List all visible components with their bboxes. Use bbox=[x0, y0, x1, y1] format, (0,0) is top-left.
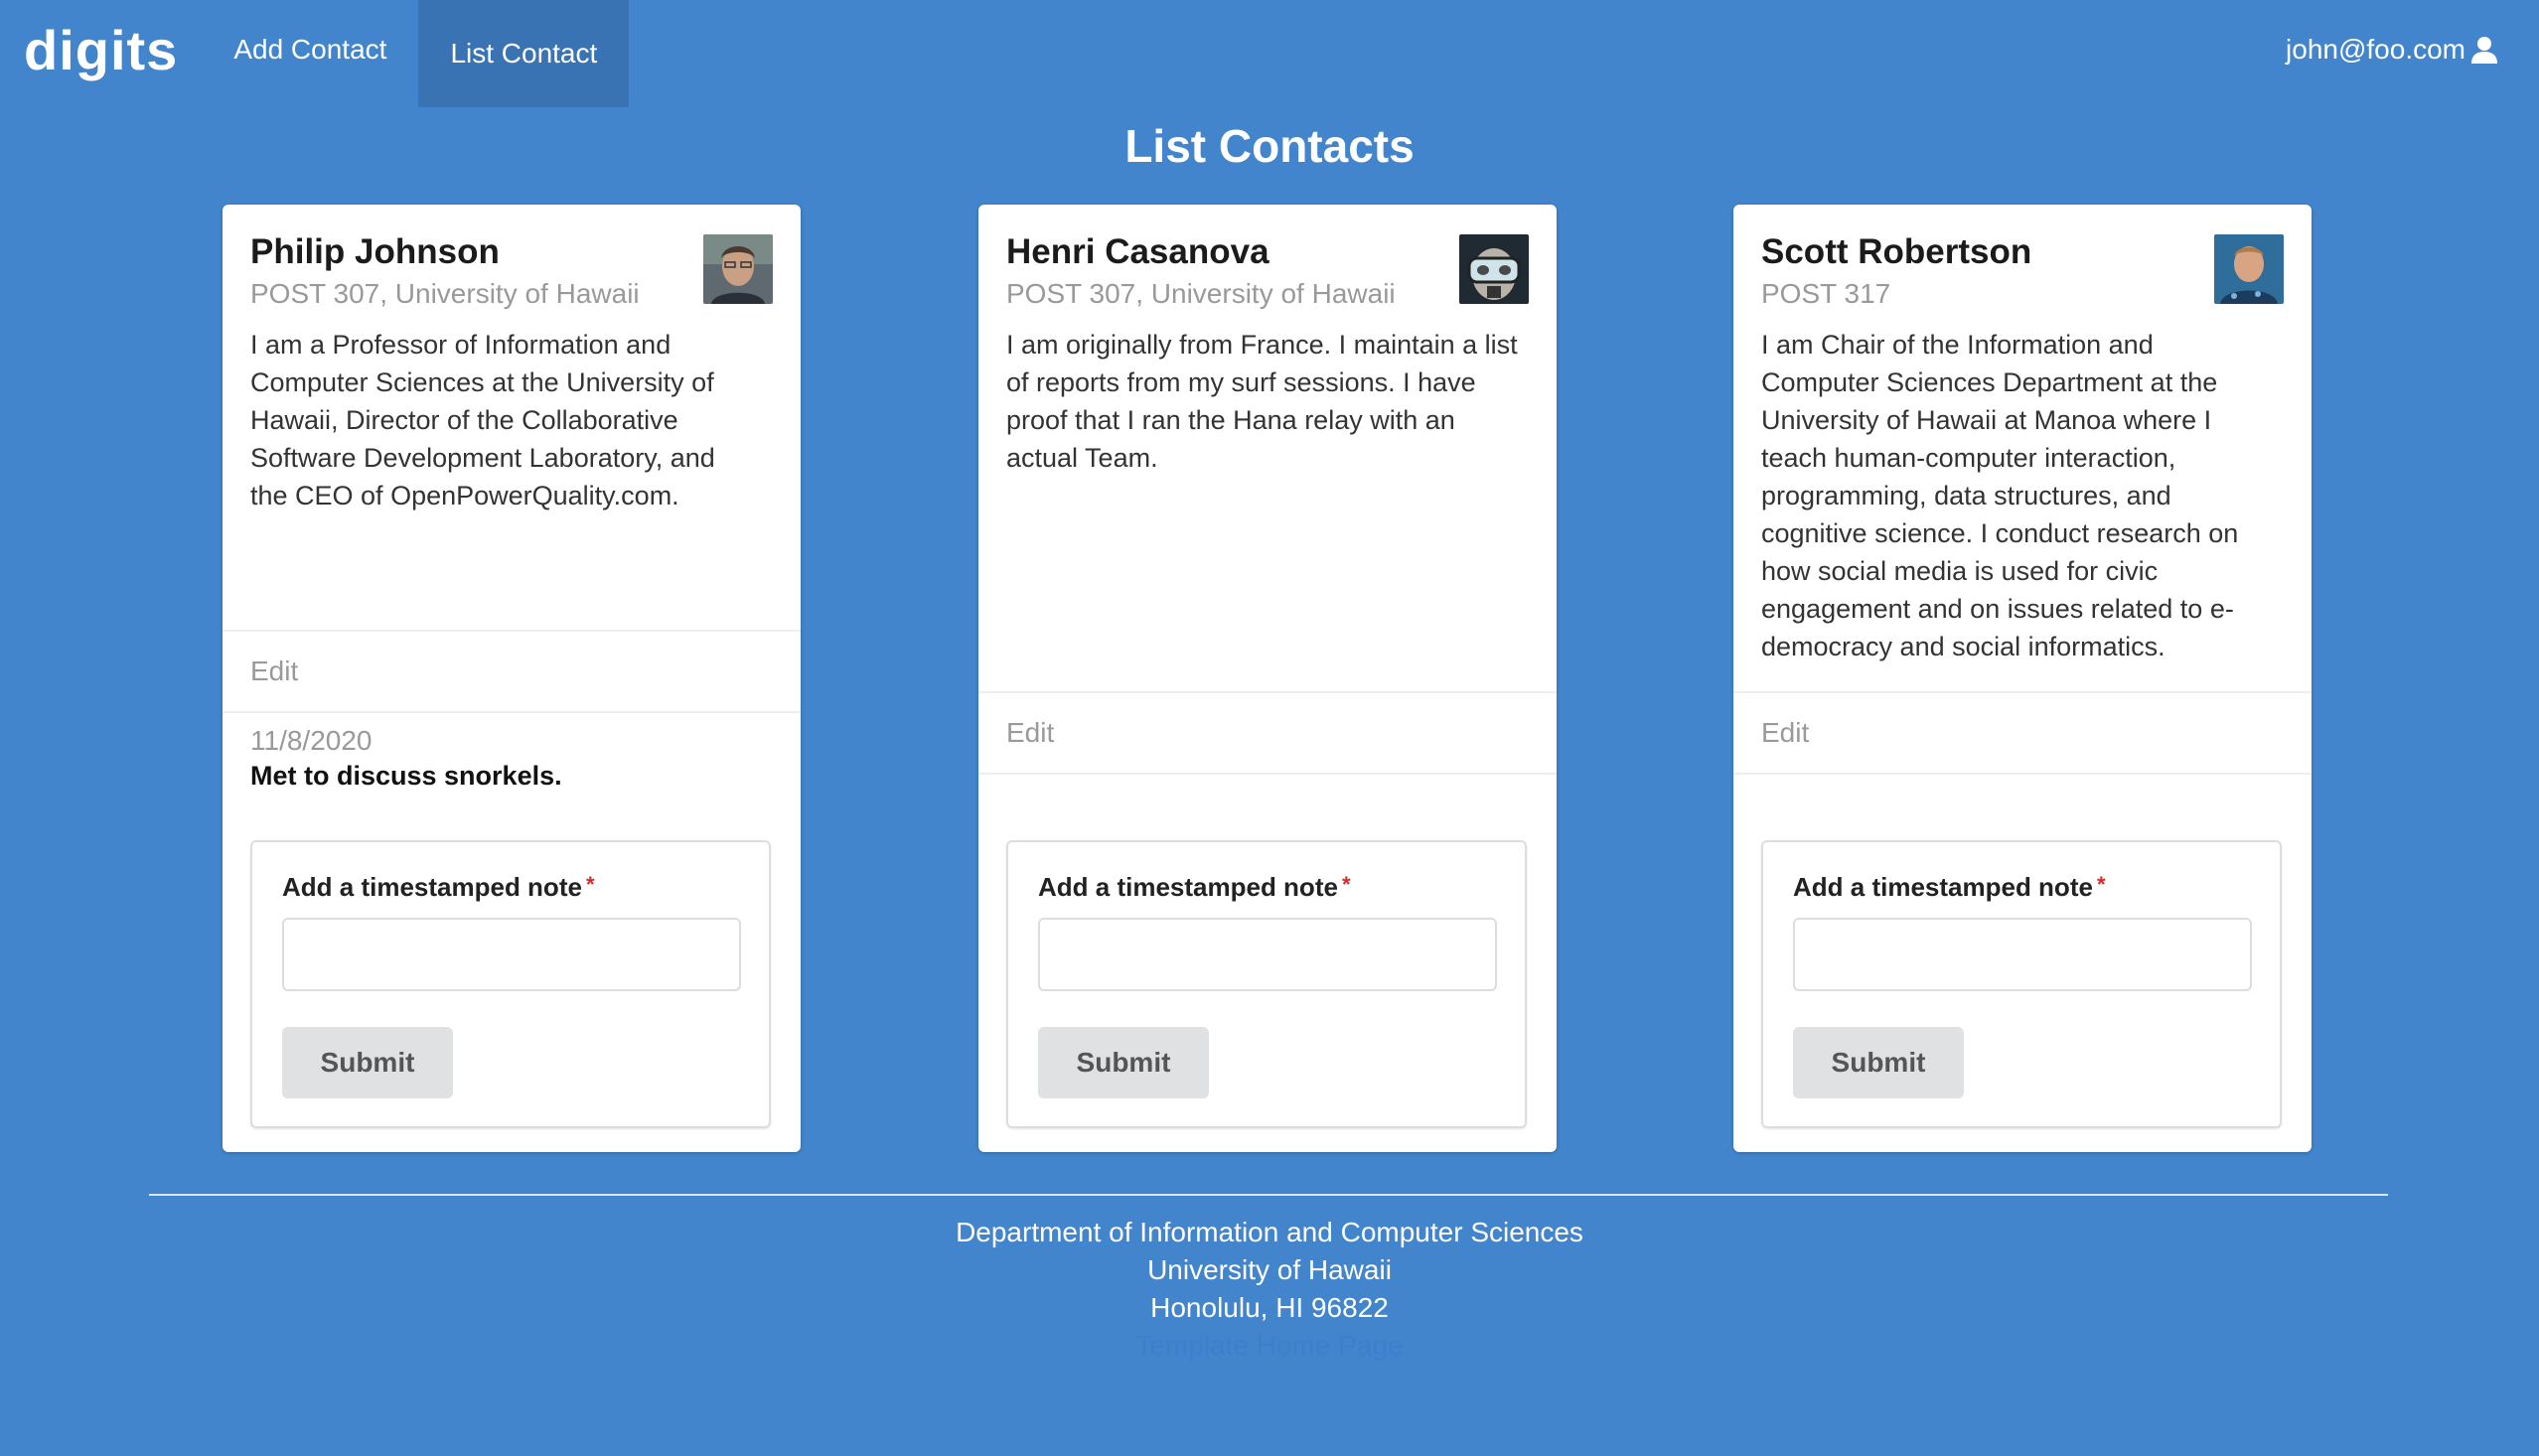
contact-card: Philip Johnson POST 307, University of H… bbox=[223, 205, 801, 1152]
contact-card: Henri Casanova POST 307, University of H… bbox=[978, 205, 1557, 1152]
footer: Department of Information and Computer S… bbox=[0, 1214, 2539, 1365]
required-marker: * bbox=[1341, 872, 1351, 897]
edit-link[interactable]: Edit bbox=[978, 693, 1557, 773]
card-extra: Edit bbox=[978, 691, 1557, 816]
footer-city: Honolulu, HI 96822 bbox=[1150, 1292, 1389, 1323]
note-input[interactable] bbox=[282, 918, 741, 991]
contact-description: I am originally from France. I maintain … bbox=[1006, 330, 1518, 473]
nav-list-contact[interactable]: List Contact bbox=[418, 0, 630, 107]
note-input[interactable] bbox=[1038, 918, 1497, 991]
required-marker: * bbox=[585, 872, 595, 897]
contact-description: I am Chair of the Information and Comput… bbox=[1761, 330, 2239, 661]
contact-name: Scott Robertson bbox=[1761, 232, 2032, 271]
contact-avatar bbox=[1459, 234, 1529, 304]
add-note-form: Add a timestamped note * Submit bbox=[250, 840, 771, 1128]
contact-avatar bbox=[703, 234, 773, 304]
contact-avatar bbox=[2214, 234, 2284, 304]
add-note-form: Add a timestamped note * Submit bbox=[1006, 840, 1527, 1128]
notes-list bbox=[1733, 773, 2312, 816]
notes-list bbox=[978, 773, 1557, 816]
submit-button[interactable]: Submit bbox=[1793, 1027, 1964, 1098]
user-menu[interactable]: john@foo.com bbox=[2286, 0, 2539, 99]
contact-description: I am a Professor of Information and Comp… bbox=[250, 330, 715, 510]
card-extra: Edit bbox=[1733, 691, 2312, 816]
contact-address: POST 307, University of Hawaii bbox=[1006, 278, 1396, 309]
top-navbar: digits Add Contact List Contact john@foo… bbox=[0, 0, 2539, 107]
note-field-label: Add a timestamped note * bbox=[282, 872, 595, 902]
contact-address: POST 307, University of Hawaii bbox=[250, 278, 640, 309]
note-input[interactable] bbox=[1793, 918, 2252, 991]
note-date: 11/8/2020 bbox=[250, 725, 373, 756]
user-icon bbox=[2471, 37, 2497, 64]
card-extra: Edit 11/8/2020 Met to discuss snorkels. bbox=[223, 630, 801, 805]
contact-name: Henri Casanova bbox=[1006, 232, 1270, 271]
add-note-form: Add a timestamped note * Submit bbox=[1761, 840, 2282, 1128]
note-field-label: Add a timestamped note * bbox=[1038, 872, 1351, 902]
footer-department: Department of Information and Computer S… bbox=[956, 1217, 1583, 1247]
nav-add-contact[interactable]: Add Contact bbox=[202, 0, 418, 99]
brand-logo[interactable]: digits bbox=[0, 0, 202, 99]
footer-divider bbox=[149, 1194, 2388, 1196]
contact-card: Scott Robertson POST 317 I am Chair of t… bbox=[1733, 205, 2312, 1152]
note-text: Met to discuss snorkels. bbox=[250, 761, 562, 791]
required-marker: * bbox=[2096, 872, 2106, 897]
footer-university: University of Hawaii bbox=[1147, 1254, 1392, 1285]
contact-address: POST 317 bbox=[1761, 278, 1891, 309]
submit-button[interactable]: Submit bbox=[282, 1027, 453, 1098]
notes-list: 11/8/2020 Met to discuss snorkels. bbox=[223, 711, 801, 805]
footer-template-link[interactable]: Template Home Page bbox=[0, 1327, 2539, 1365]
user-email: john@foo.com bbox=[2286, 34, 2465, 65]
edit-link[interactable]: Edit bbox=[1733, 693, 2312, 773]
submit-button[interactable]: Submit bbox=[1038, 1027, 1209, 1098]
edit-link[interactable]: Edit bbox=[223, 632, 801, 711]
page-title: List Contacts bbox=[1124, 120, 1415, 172]
note-field-label: Add a timestamped note * bbox=[1793, 872, 2106, 902]
contact-name: Philip Johnson bbox=[250, 232, 500, 271]
